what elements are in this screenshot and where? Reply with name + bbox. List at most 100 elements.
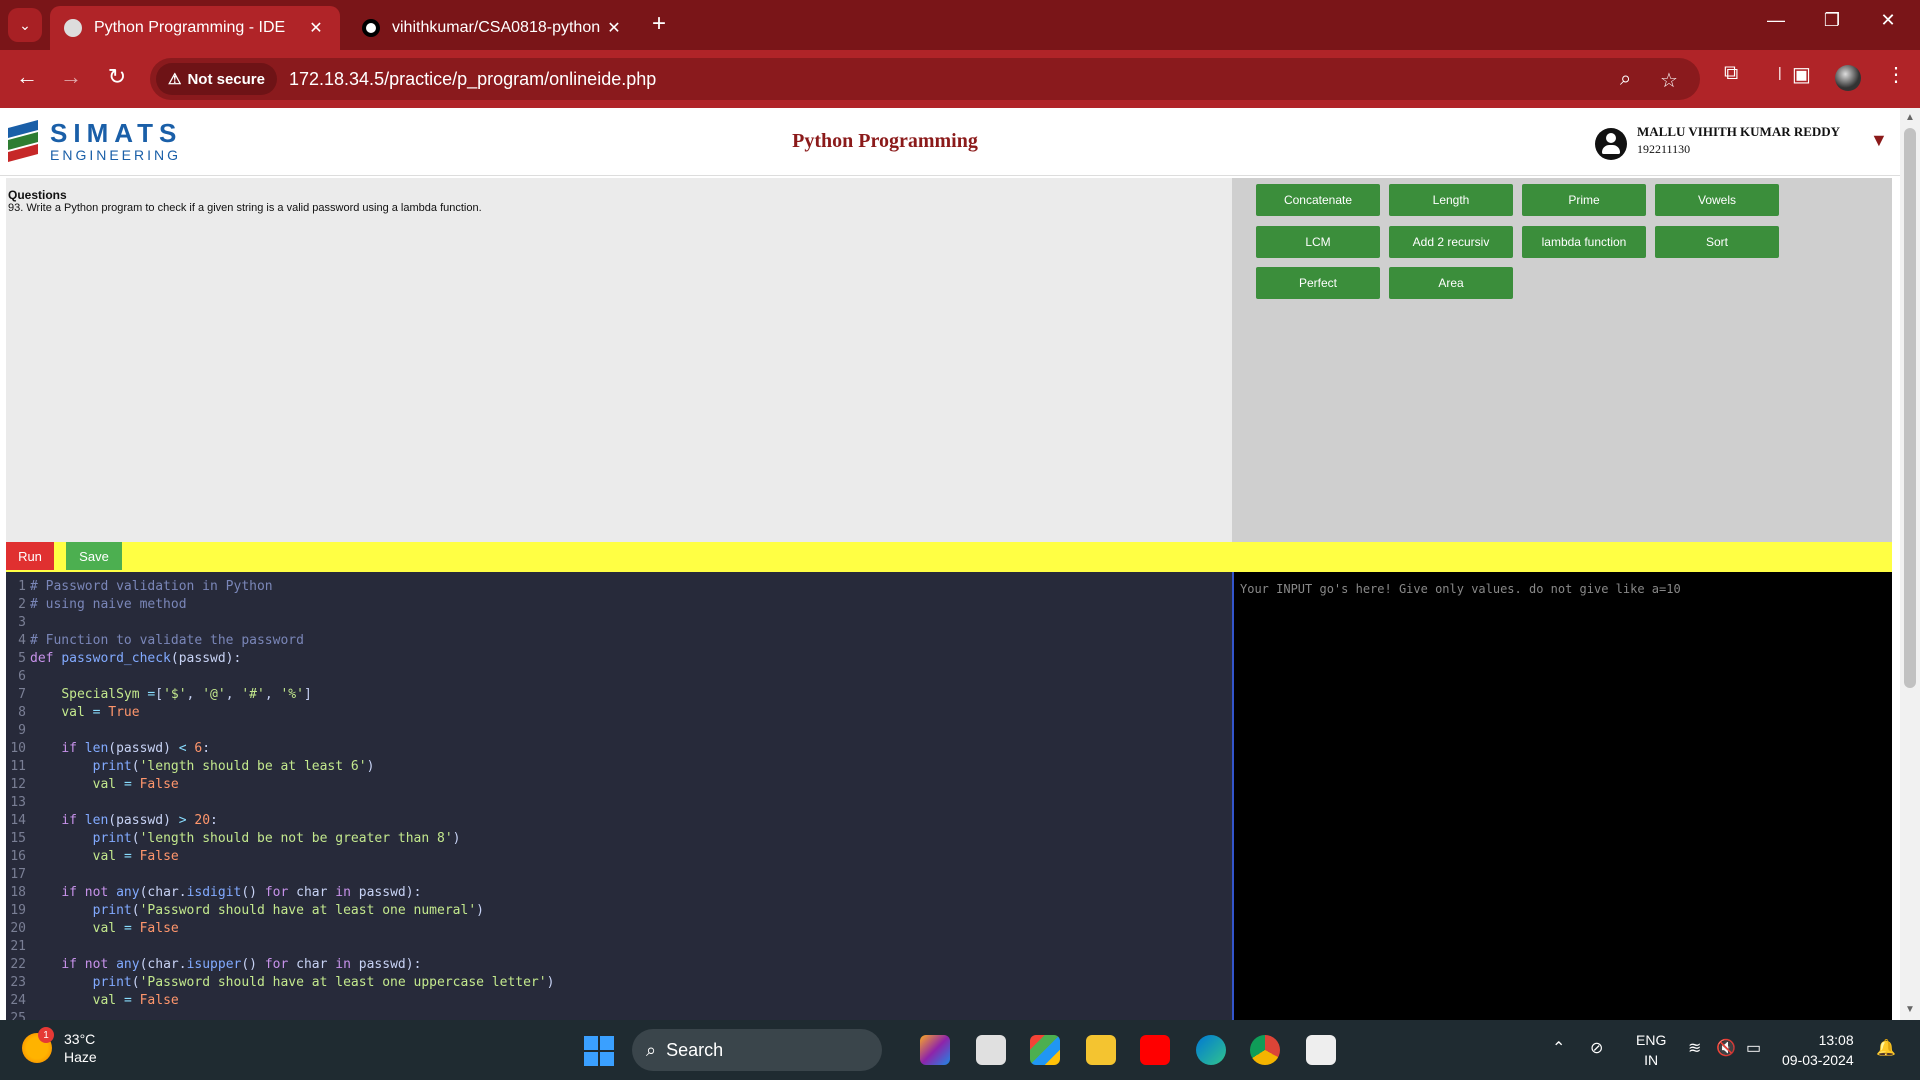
code-line[interactable]: 10 if len(passwd) < 6: [6,740,1232,758]
code-line[interactable]: 7 SpecialSym =['$', '@', '#', '%'] [6,686,1232,704]
line-number: 20 [10,921,26,936]
code-editor[interactable]: 1 # Password validation in Python 2 # using… [6,572,1232,1020]
close-window-icon[interactable]: ✕ [1868,10,1908,31]
bookmark-star-icon[interactable]: ☆ [1660,68,1678,93]
page-scrollbar[interactable]: ▲ ▼ [1900,108,1920,1020]
network-off-icon[interactable]: ⊘ [1590,1038,1603,1058]
topic-button-lcm[interactable]: LCM [1256,226,1380,258]
weather-condition: Haze [64,1049,97,1065]
scroll-up-arrow-icon[interactable]: ▲ [1905,112,1915,123]
line-number: 13 [10,795,26,810]
address-bar[interactable]: ⚠ Not secure 172.18.34.5/practice/p_prog… [150,58,1700,100]
code-text: print('length should be at least 6') [92,759,375,774]
code-line[interactable]: 19 print('Password should have at least … [6,902,1232,920]
tab-github[interactable]: vihithkumar/CSA0818-python ✕ [348,6,638,50]
wifi-icon[interactable]: ≋ [1688,1038,1701,1058]
microsoft-store-icon[interactable] [1030,1035,1060,1065]
taskbar-search[interactable]: ⌕ Search [632,1029,882,1071]
page-title: Python Programming [792,130,978,152]
code-line[interactable]: 2 # using naive method [6,596,1232,614]
code-line[interactable]: 3 [6,614,1232,632]
extensions-icon[interactable]: ⧉ [1724,62,1738,85]
user-avatar-icon [1595,128,1627,160]
security-chip[interactable]: ⚠ Not secure [156,63,277,95]
close-tab-icon[interactable]: ✕ [602,18,626,38]
program-input-area[interactable]: Your INPUT go's here! Give only values. … [1232,572,1892,1020]
code-line[interactable]: 5 def password_check(passwd): [6,650,1232,668]
more-menu-icon[interactable]: ⋮ [1886,62,1906,87]
save-button[interactable]: Save [66,542,122,570]
edge-browser-icon[interactable] [1196,1035,1226,1065]
topic-button-add-2-recursiv[interactable]: Add 2 recursiv [1389,226,1513,258]
file-explorer-icon[interactable] [1086,1035,1116,1065]
volume-muted-icon[interactable]: 🔇 [1716,1038,1736,1058]
topic-button-prime[interactable]: Prime [1522,184,1646,216]
reload-icon[interactable]: ↻ [102,64,132,90]
profile-avatar[interactable] [1835,65,1861,91]
topic-button-lambda-function[interactable]: lambda function [1522,226,1646,258]
user-block: MALLU VIHITH KUMAR REDDY 192211130 [1595,124,1840,160]
chrome-icon[interactable] [1250,1035,1280,1065]
code-line[interactable]: 14 if len(passwd) > 20: [6,812,1232,830]
code-line[interactable]: 24 val = False [6,992,1232,1010]
scroll-down-arrow-icon[interactable]: ▼ [1905,1004,1915,1015]
line-number: 12 [10,777,26,792]
task-view-icon[interactable] [976,1035,1006,1065]
code-line[interactable]: 20 val = False [6,920,1232,938]
restore-icon[interactable]: ❐ [1812,10,1852,31]
code-line[interactable]: 25 [6,1010,1232,1020]
code-text: # Password validation in Python [30,579,273,594]
forward-arrow-icon[interactable]: → [56,64,86,90]
code-text: # using naive method [30,597,187,612]
browser-tab-strip: ⌄ Python Programming - IDE ✕ vihithkumar… [0,0,1920,50]
code-line[interactable]: 1 # Password validation in Python [6,578,1232,596]
code-line[interactable]: 22 if not any(char.isupper() for char in… [6,956,1232,974]
close-tab-icon[interactable]: ✕ [304,18,328,38]
topic-button-concatenate[interactable]: Concatenate [1256,184,1380,216]
globe-icon [64,19,82,37]
code-line[interactable]: 15 print('length should be not be greate… [6,830,1232,848]
new-tab-plus-icon[interactable]: + [652,10,666,38]
code-line[interactable]: 4 # Function to validate the password [6,632,1232,650]
weather-widget[interactable]: 1 33°C Haze [22,1027,97,1066]
topic-button-length[interactable]: Length [1389,184,1513,216]
app-icon[interactable] [1306,1035,1336,1065]
notifications-bell-icon[interactable]: 🔔 [1876,1038,1896,1058]
question-text: 93. Write a Python program to check if a… [8,202,482,214]
code-line[interactable]: 9 [6,722,1232,740]
youtube-icon[interactable] [1140,1035,1170,1065]
code-line[interactable]: 23 print('Password should have at least … [6,974,1232,992]
language-indicator[interactable]: ENG IN [1636,1030,1666,1070]
code-line[interactable]: 13 [6,794,1232,812]
user-menu-caret-icon[interactable]: ▼ [1870,130,1888,151]
tray-overflow-chevron-icon[interactable]: ⌃ [1552,1038,1565,1058]
topic-button-area[interactable]: Area [1389,267,1513,299]
topic-button-perfect[interactable]: Perfect [1256,267,1380,299]
line-number: 8 [18,705,26,720]
tab-search-chevron-icon[interactable]: ⌄ [8,8,42,42]
url-text[interactable]: 172.18.34.5/practice/p_program/onlineide… [289,69,656,90]
scrollbar-thumb[interactable] [1904,128,1916,688]
topic-button-sort[interactable]: Sort [1655,226,1779,258]
code-line[interactable]: 6 [6,668,1232,686]
zoom-icon[interactable]: ⌕ [1620,68,1631,91]
back-arrow-icon[interactable]: ← [12,64,42,90]
search-icon: ⌕ [646,1039,657,1060]
side-panel-icon[interactable]: ▣ [1792,62,1811,87]
code-line[interactable]: 12 val = False [6,776,1232,794]
windows-start-icon[interactable] [584,1036,614,1066]
code-line[interactable]: 11 print('length should be at least 6') [6,758,1232,776]
line-number: 17 [10,867,26,882]
clock[interactable]: 13:08 09-03-2024 [1782,1030,1854,1070]
code-line[interactable]: 21 [6,938,1232,956]
code-line[interactable]: 8 val = True [6,704,1232,722]
code-line[interactable]: 18 if not any(char.isdigit() for char in… [6,884,1232,902]
code-line[interactable]: 17 [6,866,1232,884]
battery-icon[interactable]: ▭ [1746,1038,1761,1058]
code-line[interactable]: 16 val = False [6,848,1232,866]
topic-button-vowels[interactable]: Vowels [1655,184,1779,216]
copilot-icon[interactable] [920,1035,950,1065]
run-button[interactable]: Run [6,542,54,570]
tab-python-ide[interactable]: Python Programming - IDE ✕ [50,6,340,50]
minimize-icon[interactable]: — [1756,10,1796,31]
